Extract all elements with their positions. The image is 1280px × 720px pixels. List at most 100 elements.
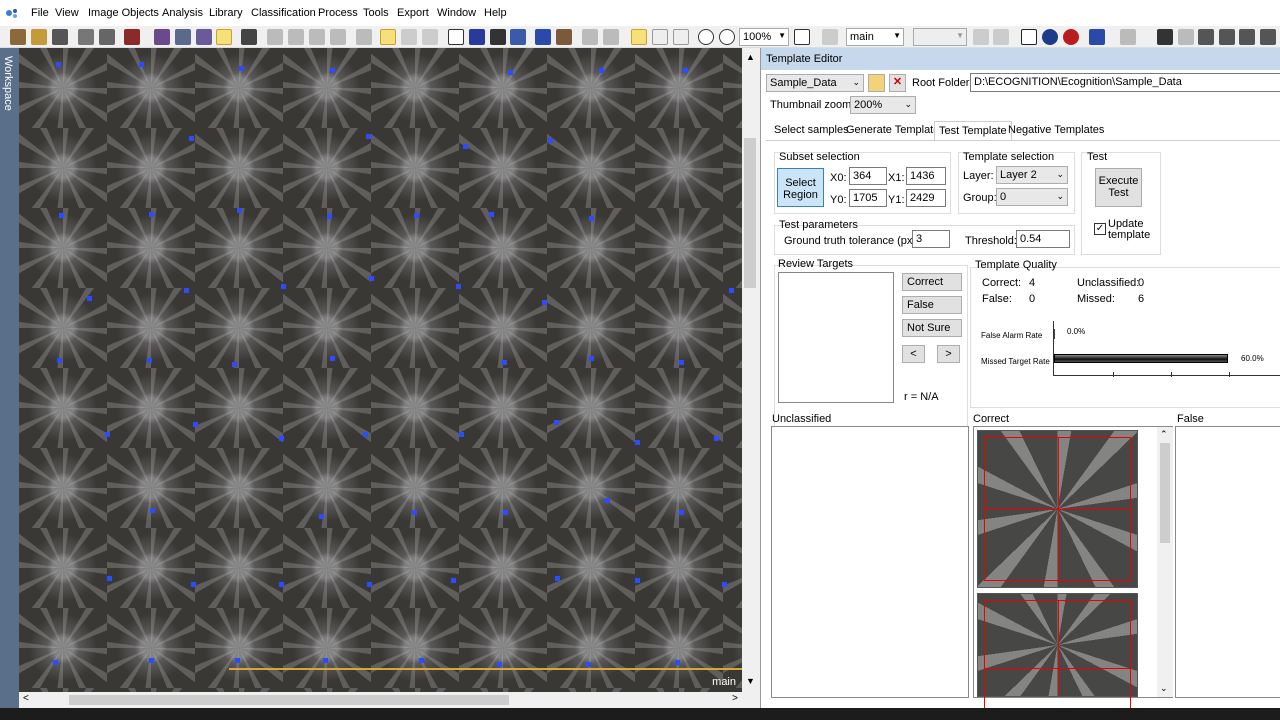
delete-icon[interactable] <box>124 29 140 45</box>
x1-field[interactable]: 1436 <box>906 167 946 185</box>
scroll-left-icon[interactable]: < <box>23 693 29 704</box>
objects-icon[interactable] <box>535 29 551 45</box>
new-window-icon[interactable] <box>78 29 94 45</box>
scroll-down-icon[interactable]: ⌄ <box>1160 683 1168 694</box>
fit-window-icon[interactable] <box>794 29 810 45</box>
view-mode-icon[interactable] <box>448 29 464 45</box>
tab-negative-templates[interactable]: Negative Templates <box>1004 121 1108 140</box>
unclassified-list[interactable] <box>771 426 969 698</box>
tab-test-template[interactable]: Test Template <box>934 121 1012 140</box>
class-view-icon[interactable] <box>490 29 506 45</box>
image-viewer[interactable]: main <box>19 48 742 692</box>
delete-template-icon[interactable]: ✕ <box>889 74 906 92</box>
layer-view-icon[interactable] <box>469 29 485 45</box>
new-project-icon[interactable] <box>10 29 26 45</box>
split-icon[interactable] <box>356 29 372 45</box>
zoom-out-icon[interactable] <box>698 29 714 45</box>
template-select[interactable]: Sample_Data ⌄ <box>766 74 864 92</box>
threshold-field[interactable]: 0.54 <box>1016 230 1070 248</box>
menu-window[interactable]: Window <box>437 7 476 19</box>
menu-library[interactable]: Library <box>209 7 243 19</box>
print-icon[interactable] <box>99 29 115 45</box>
layer-select[interactable]: Layer 2 ⌄ <box>996 166 1068 184</box>
update-template-checkbox[interactable]: ✓ <box>1094 223 1106 235</box>
window-icon[interactable] <box>1021 29 1037 45</box>
grid3-icon[interactable] <box>422 29 438 45</box>
layout4-icon[interactable] <box>330 29 346 45</box>
zoom-select[interactable]: 100% ▼ <box>739 28 789 46</box>
pointer-icon[interactable] <box>631 29 647 45</box>
level-select[interactable]: ▼ <box>913 28 967 46</box>
pan-icon[interactable] <box>652 29 668 45</box>
classify-icon[interactable] <box>175 29 191 45</box>
false-button[interactable]: False <box>902 296 962 314</box>
save-project-icon[interactable] <box>52 29 68 45</box>
tool-icon[interactable] <box>1219 29 1235 45</box>
undo-icon[interactable] <box>1089 29 1105 45</box>
layout2-icon[interactable] <box>288 29 304 45</box>
false-list[interactable] <box>1175 426 1280 698</box>
select-objects-icon[interactable] <box>556 29 572 45</box>
layout-icon[interactable] <box>267 29 283 45</box>
tab-generate-templates[interactable]: Generate Templates <box>842 121 949 140</box>
camera-icon[interactable] <box>241 29 257 45</box>
previous-button[interactable]: < <box>902 345 925 363</box>
menu-tools[interactable]: Tools <box>363 7 389 19</box>
scroll-thumb[interactable] <box>1160 443 1170 543</box>
scroll-up-icon[interactable]: ⌃ <box>1160 429 1168 440</box>
settings-icon[interactable] <box>1198 29 1214 45</box>
menu-help[interactable]: Help <box>484 7 507 19</box>
layer-list-icon[interactable] <box>822 29 838 45</box>
menu-image-objects[interactable]: Image Objects <box>88 7 159 19</box>
thumbnail-zoom-select[interactable]: 200% ⌄ <box>850 96 916 114</box>
sample-view-icon[interactable] <box>510 29 526 45</box>
template-thumbnail[interactable] <box>977 593 1138 716</box>
scroll-up-icon[interactable]: ▲ <box>746 52 755 62</box>
correct-list-scrollbar[interactable]: ⌃ ⌄ <box>1157 427 1173 697</box>
grid-view-icon[interactable] <box>380 29 396 45</box>
x0-field[interactable]: 364 <box>849 167 887 185</box>
review-targets-list[interactable] <box>778 272 894 403</box>
binoculars-icon[interactable] <box>1239 29 1255 45</box>
y0-field[interactable]: 1705 <box>849 189 887 207</box>
workspace-tab[interactable]: Workspace <box>0 48 19 708</box>
tools-icon[interactable] <box>1260 29 1276 45</box>
process-icon[interactable] <box>154 29 170 45</box>
menu-view[interactable]: View <box>55 7 79 19</box>
menu-classification[interactable]: Classification <box>251 7 316 19</box>
scroll-thumb[interactable] <box>744 138 756 288</box>
scroll-down-icon[interactable]: ▼ <box>746 676 755 686</box>
open-project-icon[interactable] <box>31 29 47 45</box>
correct-list[interactable]: ⌃ ⌄ <box>973 426 1173 716</box>
menu-file[interactable]: File <box>31 7 49 19</box>
not-sure-button[interactable]: Not Sure <box>902 319 962 337</box>
viewer-vertical-scrollbar[interactable]: ▲ ▼ <box>742 48 759 692</box>
menu-export[interactable]: Export <box>397 7 429 19</box>
zoom-in-icon[interactable] <box>719 29 735 45</box>
map-select[interactable]: main ▼ <box>846 28 904 46</box>
scroll-right-icon[interactable]: > <box>732 693 738 704</box>
manage-icon[interactable] <box>1157 29 1173 45</box>
next-button[interactable]: > <box>937 345 960 363</box>
viewer-horizontal-scrollbar[interactable]: < > <box>19 692 742 708</box>
execute-test-button[interactable]: Execute Test <box>1095 168 1142 207</box>
menu-process[interactable]: Process <box>318 7 358 19</box>
scroll-thumb[interactable] <box>69 695 509 705</box>
select-region-button[interactable]: Select Region <box>777 168 824 207</box>
grid2-icon[interactable] <box>401 29 417 45</box>
tolerance-field[interactable]: 3 <box>912 230 950 248</box>
info-icon[interactable] <box>1042 29 1058 45</box>
layout3-icon[interactable] <box>309 29 325 45</box>
tab-select-samples[interactable]: Select samples <box>770 121 853 140</box>
features-icon[interactable] <box>196 29 212 45</box>
help-icon[interactable] <box>1063 29 1079 45</box>
correct-button[interactable]: Correct <box>902 273 962 291</box>
template-editor-icon[interactable] <box>216 29 232 45</box>
y1-field[interactable]: 2429 <box>906 189 946 207</box>
group-select[interactable]: 0 ⌄ <box>996 188 1068 206</box>
open-folder-icon[interactable] <box>868 74 885 92</box>
menu-analysis[interactable]: Analysis <box>162 7 203 19</box>
root-folder-field[interactable]: D:\ECOGNITION\Ecognition\Sample_Data <box>970 73 1280 92</box>
template-thumbnail[interactable] <box>977 430 1138 588</box>
zoom-tool-icon[interactable] <box>673 29 689 45</box>
